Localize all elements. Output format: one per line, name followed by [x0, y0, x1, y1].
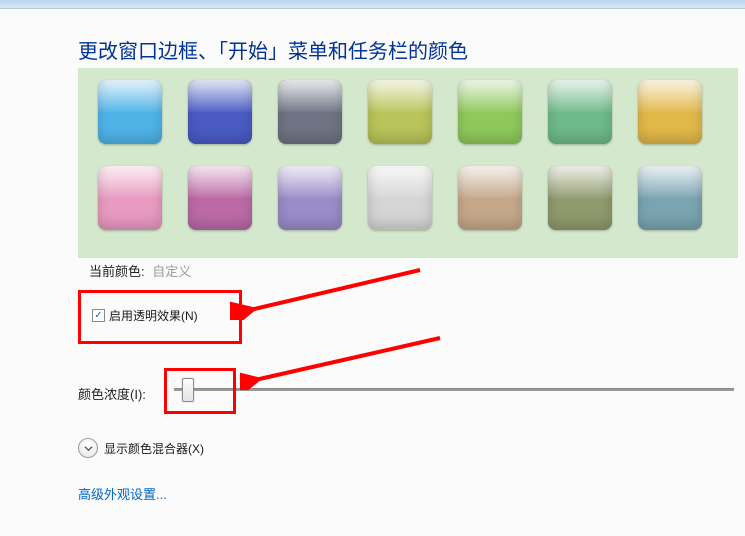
color-intensity-label: 颜色浓度(I):: [78, 384, 146, 403]
color-swatch[interactable]: [188, 166, 252, 230]
color-swatch[interactable]: [98, 80, 162, 144]
current-color-line: 当前颜色: 自定义: [89, 261, 191, 280]
transparency-label: 启用透明效果(N): [109, 307, 198, 324]
color-swatch[interactable]: [278, 166, 342, 230]
intensity-slider-track[interactable]: [174, 388, 734, 391]
color-swatch[interactable]: [98, 166, 162, 230]
color-swatch[interactable]: [458, 166, 522, 230]
annotation-box-slider: [164, 368, 236, 414]
color-swatch[interactable]: [548, 80, 612, 144]
color-swatch[interactable]: [458, 80, 522, 144]
palette-row-1: [98, 80, 738, 144]
expander-label: 显示颜色混合器(X): [104, 440, 204, 457]
annotation-arrow-2: [240, 330, 450, 390]
color-swatch[interactable]: [368, 166, 432, 230]
show-color-mixer-expander[interactable]: 显示颜色混合器(X): [78, 438, 204, 458]
current-color-label: 当前颜色:: [89, 264, 145, 279]
transparency-checkbox[interactable]: ✓: [92, 309, 105, 322]
annotation-box-transparency: ✓ 启用透明效果(N): [78, 290, 242, 344]
color-swatch[interactable]: [638, 166, 702, 230]
page-title: 更改窗口边框、「开始」菜单和任务栏的颜色: [78, 35, 468, 64]
color-swatch[interactable]: [638, 80, 702, 144]
color-palette-panel: [78, 68, 738, 258]
color-swatch[interactable]: [188, 80, 252, 144]
window-top-strip: [0, 0, 745, 9]
chevron-down-icon: [78, 438, 98, 458]
annotation-arrow-1: [230, 260, 430, 320]
intensity-slider-thumb[interactable]: [182, 378, 194, 402]
color-swatch[interactable]: [548, 166, 612, 230]
color-swatch[interactable]: [368, 80, 432, 144]
current-color-value: 自定义: [152, 264, 191, 279]
color-swatch[interactable]: [278, 80, 342, 144]
palette-row-2: [98, 166, 738, 230]
advanced-appearance-link[interactable]: 高级外观设置...: [78, 484, 167, 503]
